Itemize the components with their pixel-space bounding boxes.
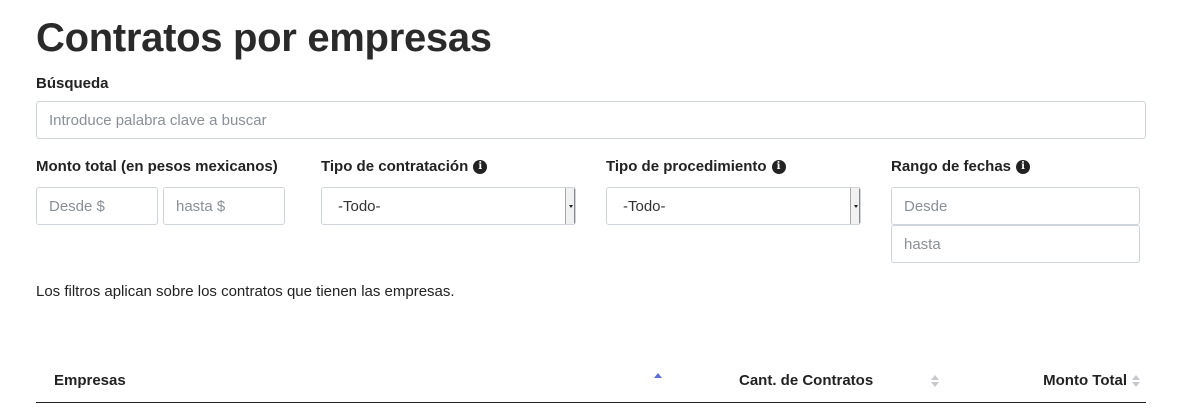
column-header-monto-total[interactable]: Monto Total (1043, 372, 1127, 389)
column-header-label: Monto Total (1043, 372, 1127, 389)
contract-type-selected: -Todo- (338, 197, 381, 215)
contract-type-label-text: Tipo de contratación (321, 158, 469, 175)
date-range-label: Rango de fechas i (891, 158, 1031, 176)
column-header-cant-contratos[interactable]: Cant. de Contratos (739, 372, 873, 389)
search-label: Búsqueda (36, 75, 109, 93)
chevron-down-icon (565, 188, 575, 224)
date-from-input[interactable] (891, 187, 1140, 225)
info-icon[interactable]: i (473, 160, 488, 174)
procedure-type-selected: -Todo- (623, 197, 666, 215)
procedure-type-label: Tipo de procedimiento i (606, 158, 786, 176)
info-icon[interactable]: i (1016, 160, 1031, 174)
info-icon[interactable]: i (771, 160, 786, 174)
date-range-label-text: Rango de fechas (891, 158, 1012, 175)
chevron-down-icon (850, 188, 860, 224)
column-header-label: Cant. de Contratos (739, 372, 874, 389)
amount-label-text: Monto total (en pesos mexicanos) (36, 158, 278, 175)
amount-from-input[interactable] (36, 187, 158, 225)
column-header-empresas[interactable]: Empresas (54, 372, 126, 389)
sort-icon[interactable] (931, 375, 939, 387)
date-to-input[interactable] (891, 225, 1140, 263)
sort-ascending-icon[interactable] (654, 373, 662, 385)
filter-note: Los filtros aplican sobre los contratos … (36, 283, 455, 300)
column-header-label: Empresas (54, 372, 126, 389)
contract-type-label: Tipo de contratación i (321, 158, 488, 176)
procedure-type-label-text: Tipo de procedimiento (606, 158, 767, 175)
search-label-text: Búsqueda (36, 75, 109, 92)
search-input[interactable] (36, 101, 1146, 139)
sort-icon[interactable] (1132, 375, 1140, 387)
table-header-divider (36, 402, 1146, 403)
procedure-type-select[interactable]: -Todo- (606, 187, 861, 225)
page-title: Contratos por empresas (36, 16, 492, 60)
amount-to-input[interactable] (163, 187, 285, 225)
contract-type-select[interactable]: -Todo- (321, 187, 576, 225)
amount-label: Monto total (en pesos mexicanos) (36, 158, 278, 176)
